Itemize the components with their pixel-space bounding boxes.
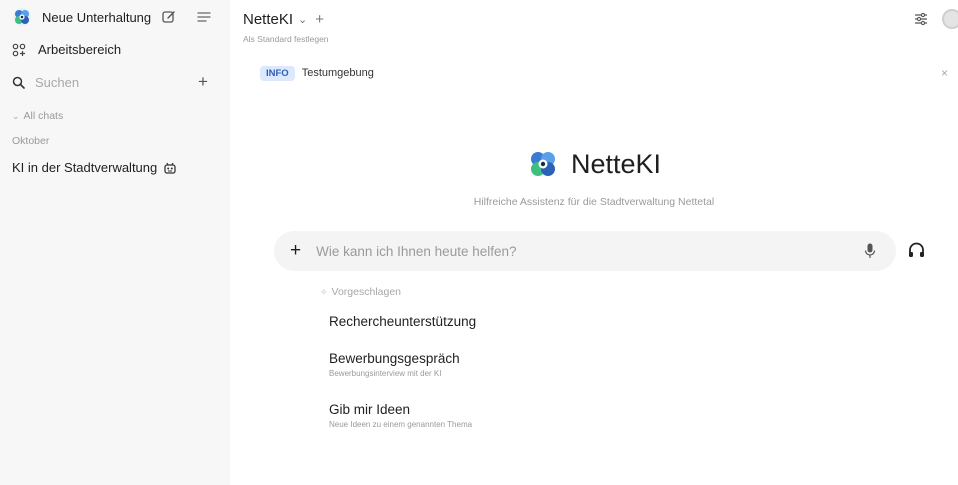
info-banner: INFO Testumgebung ×: [243, 60, 948, 86]
avatar[interactable]: [942, 9, 958, 29]
new-chat-button[interactable]: Neue Unterhaltung: [12, 7, 151, 27]
suggestion-item[interactable]: Bewerbungsgespräch Bewerbungsinterview m…: [329, 351, 460, 378]
hero-subtitle: Hilfreiche Assistenz für die Stadtverwal…: [473, 196, 715, 208]
chat-list-item[interactable]: KI in der Stadtverwaltung: [12, 160, 177, 175]
suggestion-title: Rechercheunterstützung: [329, 314, 477, 329]
all-chats-label: All chats: [23, 110, 64, 122]
prompt-box: +: [274, 231, 896, 271]
suggestion-item[interactable]: Gib mir Ideen Neue Ideen zu einem genann…: [329, 402, 472, 429]
workspace-icon: [12, 43, 26, 56]
suggestions-heading-label: Vorgeschlagen: [331, 286, 402, 298]
close-icon[interactable]: ×: [941, 66, 948, 80]
main-area: NetteKI ⌄ + Als Standard festlegen INFO …: [230, 0, 958, 485]
suggestion-title: Gib mir Ideen: [329, 402, 411, 417]
info-badge: INFO: [260, 65, 295, 81]
suggestion-subtitle: Neue Ideen zu einem genannten Thema: [329, 420, 473, 429]
sparkle-icon: ✧: [320, 286, 328, 297]
robot-icon: [164, 162, 176, 174]
plus-icon[interactable]: +: [198, 73, 208, 90]
controls-icon[interactable]: [914, 12, 928, 26]
sidebar: Neue Unterhaltung Arbeitsbereich + ⌄ All…: [0, 0, 230, 485]
logo-icon: [13, 8, 31, 26]
chevron-down-icon[interactable]: ⌄: [298, 13, 307, 26]
month-label: Oktober: [12, 135, 50, 147]
hero-title: NetteKI: [570, 148, 662, 179]
set-default-link[interactable]: Als Standard festlegen: [243, 34, 329, 44]
menu-icon[interactable]: [197, 11, 211, 23]
search-input[interactable]: [35, 75, 175, 90]
chevron-down-icon: ⌄: [12, 110, 20, 121]
suggestion-title: Bewerbungsgespräch: [329, 351, 460, 366]
headphones-icon[interactable]: [908, 242, 925, 258]
add-model-plus-icon[interactable]: +: [315, 12, 324, 27]
chat-title: KI in der Stadtverwaltung: [12, 160, 158, 175]
prompt-input[interactable]: [316, 243, 837, 259]
search-icon: [12, 76, 25, 89]
search-bar: [12, 75, 175, 90]
month-heading: Oktober: [12, 135, 49, 147]
model-name: NetteKI: [243, 11, 294, 28]
logo-icon: [530, 152, 555, 176]
suggestion-item[interactable]: Rechercheunterstützung: [329, 314, 476, 329]
suggestion-subtitle: Bewerbungsinterview mit der KI: [329, 369, 442, 378]
banner-text: Testumgebung: [301, 67, 374, 79]
mic-icon[interactable]: [864, 243, 876, 259]
edit-icon[interactable]: [162, 10, 176, 24]
hero-header: NetteKI: [230, 148, 958, 180]
suggestions-heading: ✧ Vorgeschlagen: [320, 286, 401, 298]
all-chats-toggle[interactable]: ⌄ All chats: [12, 110, 63, 122]
new-chat-label: Neue Unterhaltung: [42, 9, 152, 25]
workspace-label: Arbeitsbereich: [38, 42, 122, 57]
attach-plus-icon[interactable]: +: [290, 241, 301, 260]
model-selector[interactable]: NetteKI ⌄ +: [243, 11, 324, 28]
workspace-link[interactable]: Arbeitsbereich: [12, 42, 121, 57]
